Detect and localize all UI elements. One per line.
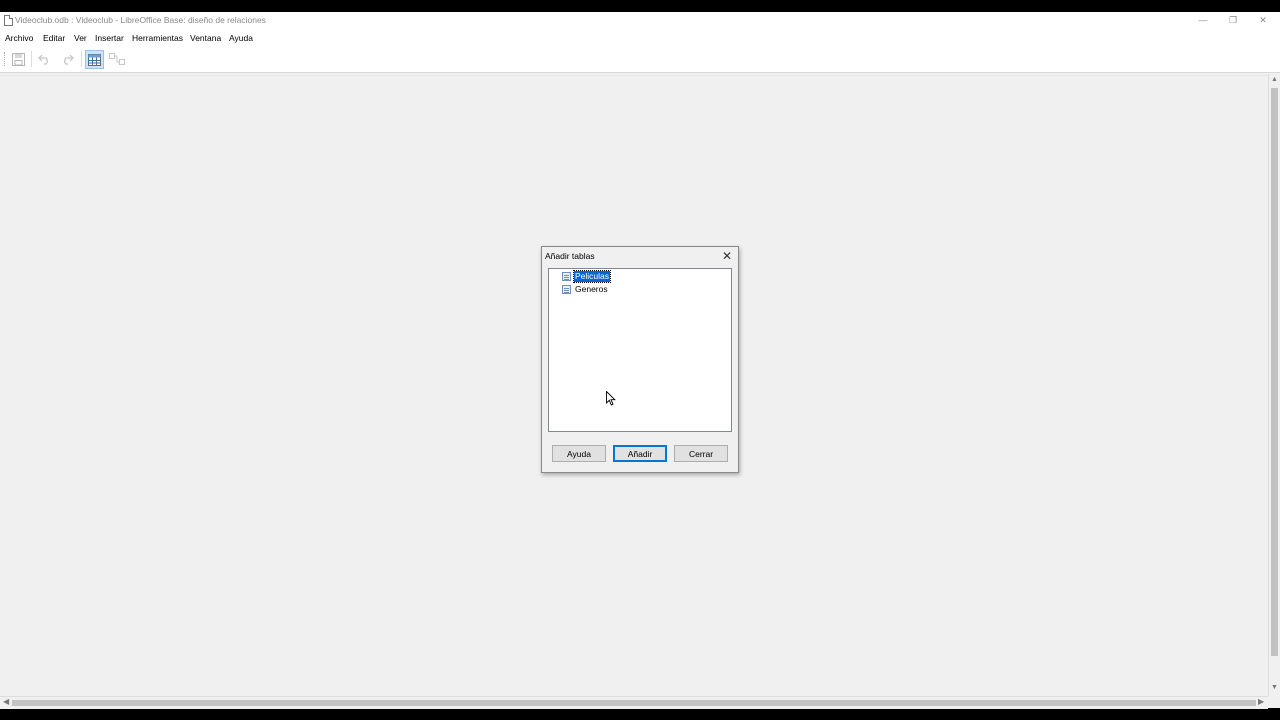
add-button[interactable]: Añadir [613, 445, 667, 462]
menu-herramientas[interactable]: Herramientas [132, 33, 183, 43]
toolbar-separator [81, 51, 82, 67]
vertical-scrollbar[interactable]: ▲ ▼ [1268, 74, 1280, 696]
mouse-pointer-icon [606, 391, 616, 406]
menu-bar: Archivo Editar Ver Insertar Herramientas… [0, 29, 1280, 46]
close-icon[interactable]: ✕ [720, 249, 734, 263]
document-icon [4, 15, 13, 26]
scroll-down-icon[interactable]: ▼ [1271, 684, 1278, 691]
table-name: Peliculas [572, 270, 612, 283]
menu-insertar[interactable]: Insertar [95, 33, 124, 43]
restore-button[interactable]: ❐ [1218, 12, 1248, 29]
scroll-right-icon[interactable]: ▶ [1258, 697, 1264, 706]
vertical-scroll-thumb[interactable] [1271, 88, 1278, 656]
horizontal-scrollbar[interactable]: ◀ ▶ [0, 696, 1268, 709]
menu-ver[interactable]: Ver [74, 33, 87, 43]
add-tables-dialog: Añadir tablas ✕ Peliculas Generos Ayuda … [541, 246, 739, 473]
toolbar-separator [31, 51, 32, 67]
help-button[interactable]: Ayuda [552, 445, 606, 462]
scroll-up-icon[interactable]: ▲ [1271, 76, 1278, 83]
close-window-button[interactable]: ✕ [1248, 12, 1278, 29]
new-relation-icon[interactable] [108, 50, 126, 68]
table-icon [562, 272, 571, 281]
title-bar: Videoclub.odb : Videoclub - LibreOffice … [0, 12, 1280, 29]
close-button[interactable]: Cerrar [674, 445, 728, 462]
minimize-button[interactable]: — [1188, 12, 1218, 29]
menu-ayuda[interactable]: Ayuda [229, 33, 253, 43]
menu-editar[interactable]: Editar [43, 33, 65, 43]
add-tables-icon[interactable] [85, 50, 104, 69]
window-title: Videoclub.odb : Videoclub - LibreOffice … [15, 15, 266, 25]
menu-archivo[interactable]: Archivo [5, 33, 33, 43]
redo-icon[interactable] [58, 50, 76, 68]
toolbar-grip[interactable] [4, 52, 7, 66]
dialog-title: Añadir tablas [545, 251, 595, 261]
list-item-peliculas[interactable]: Peliculas [562, 270, 612, 283]
list-item-generos[interactable]: Generos [562, 284, 609, 295]
save-icon[interactable] [9, 50, 27, 68]
table-icon [562, 285, 571, 294]
horizontal-scroll-thumb[interactable] [12, 700, 1256, 706]
menu-ventana[interactable]: Ventana [190, 33, 221, 43]
tables-list[interactable]: Peliculas Generos [548, 268, 732, 432]
undo-icon[interactable] [36, 50, 54, 68]
table-name: Generos [575, 284, 608, 294]
scroll-left-icon[interactable]: ◀ [3, 697, 9, 706]
standard-toolbar [0, 46, 1280, 73]
